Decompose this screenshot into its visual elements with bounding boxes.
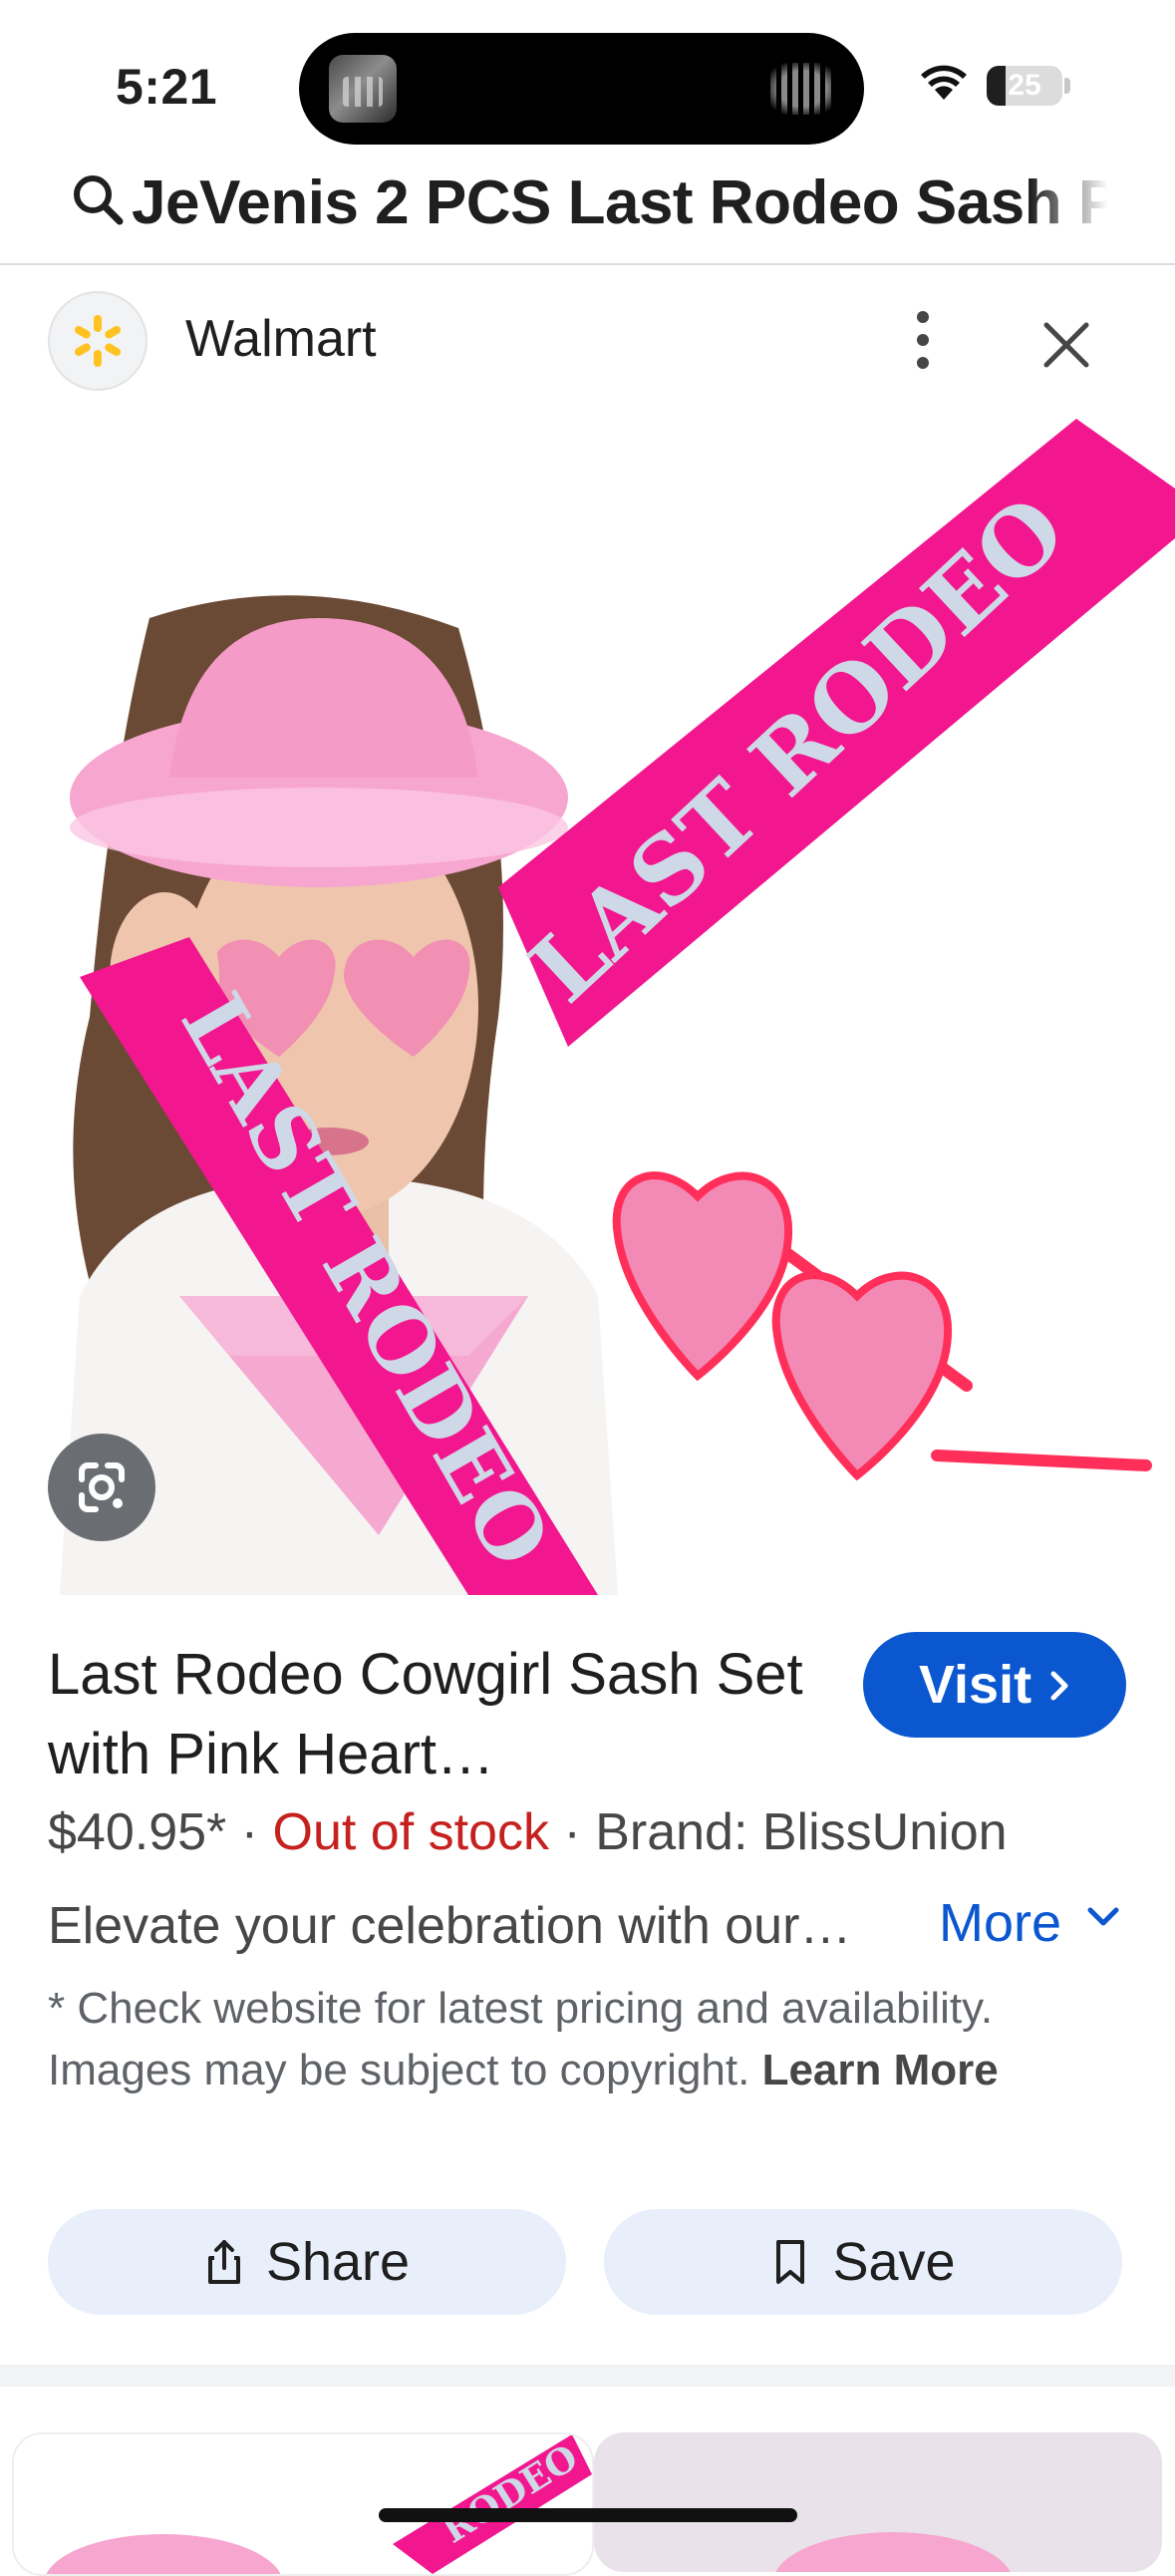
- brand: Brand: BlissUnion: [595, 1803, 1008, 1861]
- share-button[interactable]: Share: [48, 2209, 566, 2315]
- section-divider: [0, 2365, 1175, 2387]
- lens-button[interactable]: [48, 1434, 155, 1541]
- price: $40.95*: [48, 1803, 227, 1861]
- related-photo: [775, 2532, 1011, 2572]
- walmart-spark-icon: [74, 315, 122, 367]
- more-button[interactable]: More: [939, 1892, 1061, 1954]
- home-indicator[interactable]: [379, 2508, 797, 2522]
- separator: ·: [563, 1803, 581, 1861]
- battery-icon: 25: [987, 66, 1062, 106]
- search-icon[interactable]: [70, 171, 126, 227]
- visit-button[interactable]: Visit: [863, 1632, 1126, 1738]
- product-meta: $40.95* · Out of stock · Brand: BlissUni…: [48, 1802, 1008, 1862]
- related-photo: RODEO: [46, 2434, 592, 2574]
- chevron-down-icon[interactable]: [1086, 1906, 1120, 1928]
- status-time: 5:21: [116, 59, 218, 115]
- dynamic-island[interactable]: [299, 33, 864, 145]
- share-icon: [207, 2240, 240, 2284]
- source-name[interactable]: Walmart: [185, 309, 377, 369]
- separator: ·: [240, 1803, 259, 1861]
- now-playing-artwork: [329, 55, 397, 123]
- walmart-logo[interactable]: [48, 291, 147, 391]
- chevron-right-icon: [1050, 1671, 1068, 1701]
- related-thumbnail[interactable]: [594, 2432, 1162, 2572]
- status-bar: 5:21 25: [0, 0, 1175, 150]
- product-photo: LAST RODEO LAST RODEO: [0, 419, 1175, 1595]
- learn-more-link[interactable]: Learn More: [762, 2046, 999, 2094]
- share-label: Share: [265, 2232, 411, 2292]
- related-thumbnail[interactable]: RODEO: [12, 2432, 594, 2576]
- more-vert-icon[interactable]: [903, 305, 943, 375]
- disclaimer: * Check website for latest pricing and a…: [48, 1978, 1044, 2101]
- audio-waveform-icon: [770, 63, 834, 115]
- product-title[interactable]: Last Rodeo Cowgirl Sash Set with Pink He…: [48, 1635, 825, 1794]
- battery-cap: [1064, 78, 1070, 94]
- visit-label: Visit: [919, 1655, 1032, 1715]
- search-query[interactable]: JeVenis 2 PCS Last Rodeo Sash Pink Cowgi…: [132, 167, 1108, 238]
- save-button[interactable]: Save: [604, 2209, 1122, 2315]
- product-description: Elevate your celebration with our…: [48, 1897, 852, 1955]
- related-sash-text: RODEO: [436, 2436, 586, 2552]
- bookmark-icon: [776, 2240, 805, 2284]
- wifi-icon: [921, 65, 967, 100]
- search-header[interactable]: JeVenis 2 PCS Last Rodeo Sash Pink Cowgi…: [0, 150, 1175, 265]
- save-label: Save: [832, 2232, 956, 2292]
- close-icon[interactable]: [1036, 315, 1096, 375]
- product-image[interactable]: LAST RODEO LAST RODEO: [0, 419, 1175, 1595]
- stock-status: Out of stock: [272, 1803, 549, 1861]
- battery-percent: 25: [1008, 69, 1041, 102]
- source-row: Walmart: [0, 265, 1175, 419]
- lens-icon: [79, 1462, 125, 1512]
